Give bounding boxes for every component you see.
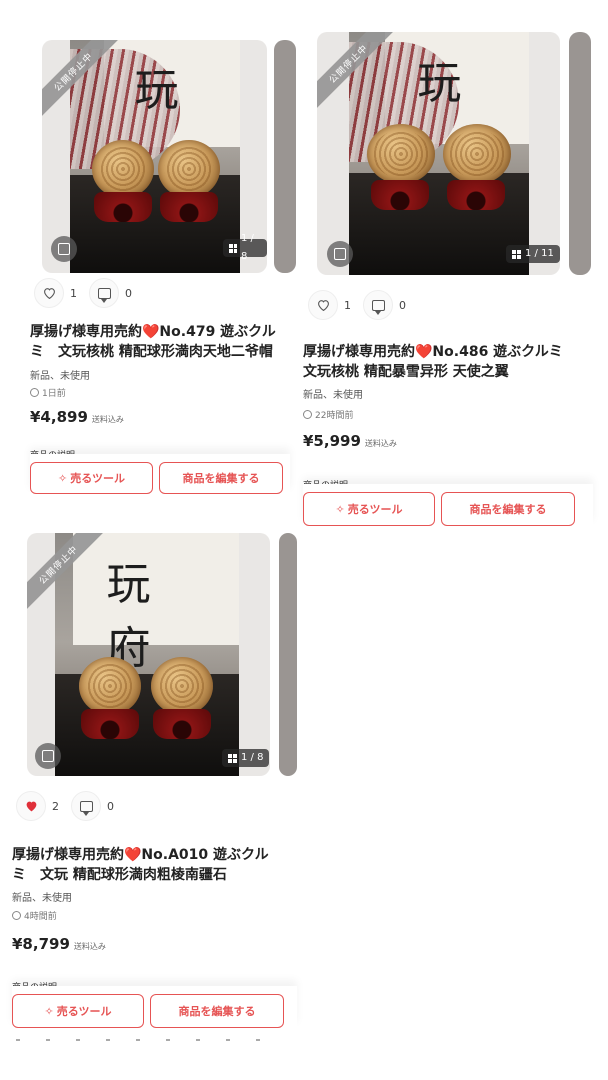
like-count: 2 <box>52 799 59 813</box>
listing-photo-3[interactable]: 玩 府 公開停止中 1 / 8 <box>27 533 270 776</box>
clock-icon <box>303 410 312 419</box>
image-search-icon[interactable] <box>51 236 77 262</box>
condition-label: 新品、未使用 <box>30 371 90 382</box>
listing-title[interactable]: 厚揚げ様専用売約❤️No.A010 遊ぶクルミ 文玩 精配球形満肉粗棱南疆石 <box>12 845 280 885</box>
gallery-icon <box>228 753 237 763</box>
listing-card-1: 玩 公開停止中 1 / 8 1 0 厚揚げ様専用売約❤️No.479 遊ぶクルミ… <box>20 30 296 530</box>
comment-count: 0 <box>125 286 132 300</box>
sparkle-icon: ✧ <box>335 502 345 516</box>
like-count: 1 <box>344 298 351 312</box>
comment-icon <box>371 299 385 315</box>
clock-icon <box>12 911 21 920</box>
action-buttons: ✧ 売るツール 商品を編集する <box>30 454 290 494</box>
like-button[interactable] <box>16 791 46 821</box>
listing-title[interactable]: 厚揚げ様専用売約❤️No.486 遊ぶクルミ 文玩核桃 精配暴雪异形 天使之翼 <box>303 342 585 382</box>
comment-count: 0 <box>399 298 406 312</box>
status-ribbon: 公開停止中 <box>42 40 126 125</box>
listing-photo-2[interactable]: 玩 公開停止中 1 / 11 <box>317 32 560 275</box>
condition-label: 新品、未使用 <box>12 893 72 904</box>
action-buttons: ✧ 売るツール 商品を編集する <box>12 986 297 1028</box>
posted-time: 1日前 <box>30 386 66 399</box>
scroll-divider <box>16 1039 276 1041</box>
price: ¥5,999 送料込み <box>303 432 397 450</box>
posted-time: 22時間前 <box>303 408 353 421</box>
edit-item-button[interactable]: 商品を編集する <box>159 462 283 494</box>
reactions-bar: 1 0 <box>34 278 132 308</box>
listing-photo-1[interactable]: 玩 公開停止中 1 / 8 <box>42 40 267 273</box>
image-counter: 1 / 11 <box>506 245 560 263</box>
listing-title[interactable]: 厚揚げ様専用売約❤️No.479 遊ぶクルミ 文玩核桃 精配球形満肉天地二爷帽 <box>30 322 285 362</box>
condition-label: 新品、未使用 <box>303 390 363 401</box>
listing-card-2: 玩 公開停止中 1 / 11 1 0 厚揚げ様専用売約❤️No.486 遊ぶクル… <box>290 20 595 535</box>
comment-button[interactable] <box>363 290 393 320</box>
listing-card-3: 玩 府 公開停止中 1 / 8 2 0 厚揚げ様専用売約❤️No.A010 遊ぶ… <box>0 525 300 1045</box>
comment-icon <box>79 800 93 816</box>
comment-count: 0 <box>107 799 114 813</box>
action-buttons: ✧ 売るツール 商品を編集する <box>303 484 593 526</box>
edit-item-button[interactable]: 商品を編集する <box>441 492 575 526</box>
photo-calligraphy: 玩 府 <box>106 558 165 674</box>
image-search-icon[interactable] <box>327 241 353 267</box>
clock-icon <box>30 388 39 397</box>
image-counter: 1 / 8 <box>223 233 267 262</box>
price: ¥8,799 送料込み <box>12 935 106 953</box>
heart-icon <box>43 288 55 299</box>
like-count: 1 <box>70 286 77 300</box>
heart-icon <box>26 801 36 812</box>
comment-button[interactable] <box>71 791 101 821</box>
sell-tool-button[interactable]: ✧ 売るツール <box>12 994 144 1028</box>
comment-button[interactable] <box>89 278 119 308</box>
edit-item-button[interactable]: 商品を編集する <box>150 994 284 1028</box>
sell-tool-button[interactable]: ✧ 売るツール <box>30 462 153 494</box>
status-ribbon: 公開停止中 <box>27 533 111 618</box>
like-button[interactable] <box>34 278 64 308</box>
next-photo-peek[interactable] <box>279 533 297 776</box>
image-search-icon[interactable] <box>35 743 61 769</box>
sparkle-icon: ✧ <box>58 471 68 485</box>
like-button[interactable] <box>308 290 338 320</box>
status-ribbon: 公開停止中 <box>317 32 401 117</box>
next-photo-peek[interactable] <box>569 32 591 275</box>
price: ¥4,899 送料込み <box>30 408 124 426</box>
image-counter: 1 / 8 <box>222 749 270 767</box>
gallery-icon <box>512 249 521 259</box>
comment-icon <box>97 287 111 303</box>
reactions-bar: 1 0 <box>308 290 406 320</box>
posted-time: 4時間前 <box>12 909 57 922</box>
sell-tool-button[interactable]: ✧ 売るツール <box>303 492 435 526</box>
heart-icon <box>317 300 329 311</box>
photo-calligraphy: 玩 <box>134 64 201 116</box>
reactions-bar: 2 0 <box>16 791 114 821</box>
photo-calligraphy: 玩 <box>417 57 484 109</box>
sparkle-icon: ✧ <box>44 1004 54 1018</box>
gallery-icon <box>229 243 238 253</box>
